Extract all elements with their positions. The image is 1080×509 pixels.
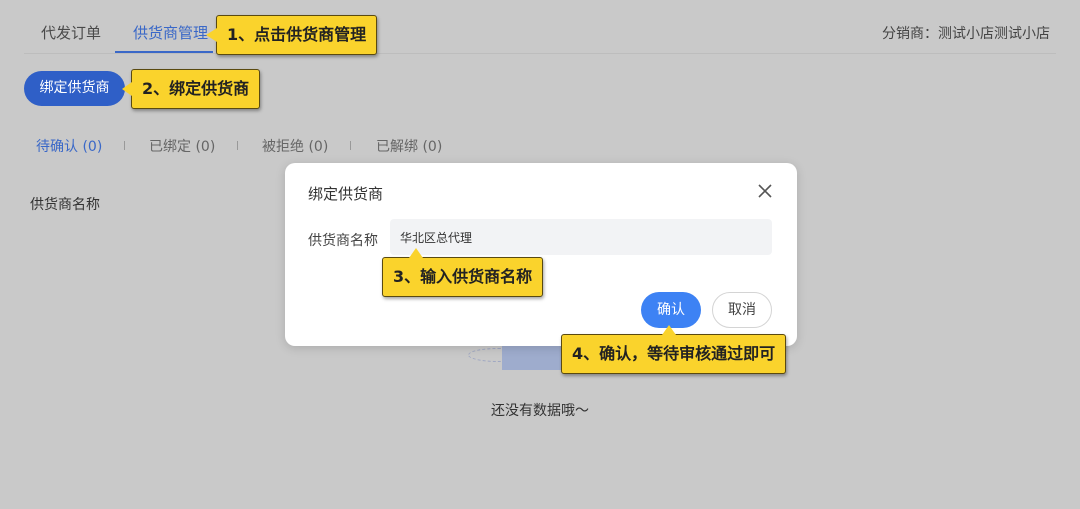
column-header-supplier-name: 供货商名称: [30, 197, 100, 213]
callout-step-4: 4、确认，等待审核通过即可: [561, 325, 787, 374]
callout-step-2: 2、绑定供货商: [122, 69, 261, 109]
supplier-name-input[interactable]: [390, 219, 772, 255]
tab-supplier-management[interactable]: 供货商管理: [133, 22, 208, 43]
cancel-button[interactable]: 取消: [712, 292, 772, 328]
callout-step-2-text: 2、绑定供货商: [142, 79, 250, 98]
callout-step-3: 3、输入供货商名称: [382, 248, 544, 297]
tab-unbound[interactable]: 已解绑 (0): [376, 136, 442, 156]
tab-pending[interactable]: 待确认 (0): [36, 136, 102, 156]
callout-step-3-text: 3、输入供货商名称: [393, 267, 533, 286]
tab-separator: [237, 141, 238, 150]
callout-step-1: 1、点击供货商管理: [206, 15, 378, 55]
callout-step-4-text: 4、确认，等待审核通过即可: [572, 344, 776, 363]
tab-separator: [124, 141, 125, 150]
empty-state-text: 还没有数据哦～: [491, 403, 589, 419]
confirm-button[interactable]: 确认: [641, 292, 701, 328]
close-icon[interactable]: [757, 183, 773, 199]
merchant-name: 分销商：测试小店测试小店: [882, 26, 1050, 42]
supplier-name-label: 供货商名称: [308, 233, 378, 249]
tab-proxy-orders[interactable]: 代发订单: [41, 22, 101, 43]
nav-divider: [24, 53, 1056, 54]
tab-bound[interactable]: 已绑定 (0): [149, 136, 215, 156]
dialog-title: 绑定供货商: [308, 185, 384, 203]
callout-step-1-text: 1、点击供货商管理: [227, 25, 367, 44]
tab-separator: [350, 141, 351, 150]
bind-supplier-dialog: 绑定供货商 供货商名称 确认 取消: [285, 163, 797, 346]
tab-rejected[interactable]: 被拒绝 (0): [262, 136, 328, 156]
top-nav: 代发订单 供货商管理 分销商：测试小店测试小店: [0, 0, 1080, 54]
bind-supplier-button[interactable]: 绑定供货商: [24, 71, 125, 106]
